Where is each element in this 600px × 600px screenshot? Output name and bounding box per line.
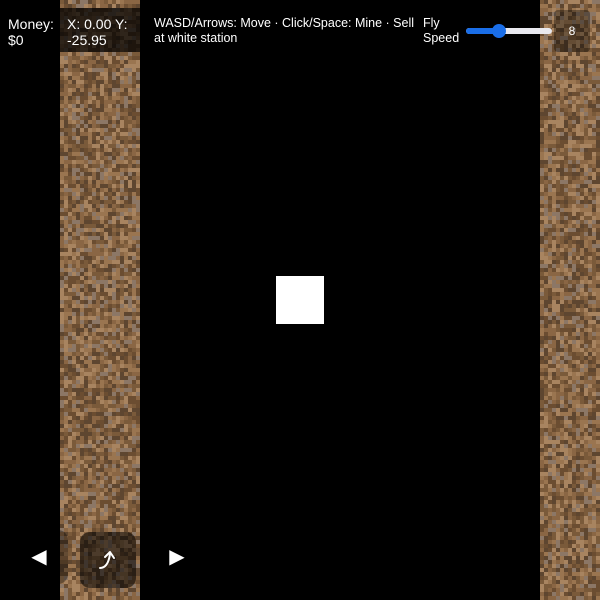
money-display: Money: $0 [0,8,58,52]
fly-speed-label: Fly Speed [418,8,462,52]
dirt-wall-left[interactable] [60,0,140,600]
fly-speed-track[interactable] [466,28,552,34]
move-left-button[interactable]: ◀ [10,530,68,584]
controls-help: WASD/Arrows: Move · Click/Space: Mine · … [148,8,418,52]
fly-speed-thumb[interactable] [491,24,506,38]
fly-speed-value: 8 [554,10,590,52]
right-arrow-icon: ▶ [169,546,185,568]
fly-speed-slider[interactable] [464,22,554,42]
move-right-button[interactable]: ▶ [148,530,206,584]
coordinates-text: X: 0.00 Y: -25.95 [67,16,128,48]
coordinates-display: X: 0.00 Y: -25.95 [60,8,140,52]
left-arrow-icon: ◀ [31,546,47,568]
fly-speed-label-text: Fly Speed [423,16,460,45]
dirt-wall-right[interactable] [540,0,600,600]
money-label: Money: [8,16,54,32]
curved-up-arrow-icon [99,551,115,569]
game-viewport[interactable]: Money: $0 X: 0.00 Y: -25.95 WASD/Arrows:… [0,0,600,600]
sell-station [276,276,324,324]
money-value: $0 [8,32,24,48]
help-text: WASD/Arrows: Move · Click/Space: Mine · … [154,16,415,45]
jump-button[interactable] [80,532,136,588]
